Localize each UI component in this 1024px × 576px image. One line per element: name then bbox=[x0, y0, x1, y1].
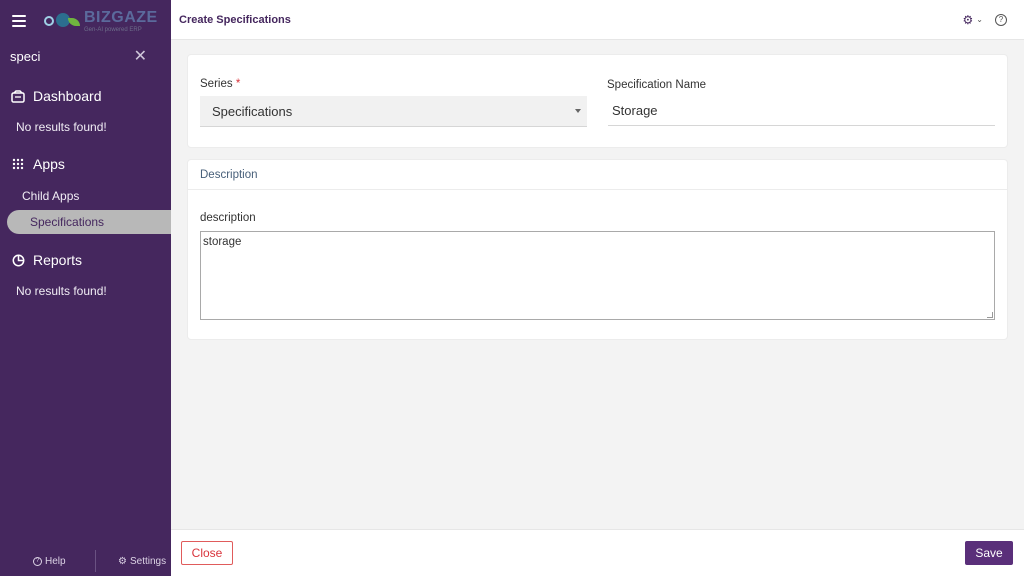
sidebar-top: BIZGAZE Gen-AI powered ERP bbox=[0, 0, 171, 42]
sidebar-section-label: Apps bbox=[33, 156, 65, 172]
description-section-title: Description bbox=[188, 160, 1007, 190]
close-button[interactable]: Close bbox=[181, 541, 233, 565]
help-icon: ? bbox=[33, 556, 42, 566]
sidebar-section-dashboard[interactable]: Dashboard bbox=[0, 84, 171, 108]
specification-details-card: Series * Specifications Specification Na… bbox=[187, 54, 1008, 148]
pie-chart-icon bbox=[11, 253, 25, 267]
caret-down-icon bbox=[575, 109, 581, 113]
sidebar-section-reports[interactable]: Reports bbox=[0, 248, 171, 272]
settings-link[interactable]: ⚙ Settings bbox=[96, 556, 166, 567]
logo-brand: BIZGAZE bbox=[84, 8, 158, 26]
sidebar-search-input[interactable]: speci bbox=[10, 49, 40, 64]
grid-icon bbox=[11, 157, 25, 171]
reports-empty-text: No results found! bbox=[16, 284, 107, 298]
save-button[interactable]: Save bbox=[965, 541, 1013, 565]
dashboard-icon bbox=[11, 89, 25, 103]
action-bar: Close Save bbox=[171, 529, 1024, 576]
specification-name-label: Specification Name bbox=[607, 79, 707, 91]
settings-label: Settings bbox=[129, 555, 167, 567]
series-label: Series * bbox=[200, 78, 241, 90]
logo: BIZGAZE Gen-AI powered ERP bbox=[42, 8, 158, 33]
sidebar-search[interactable]: speci ✕ bbox=[0, 42, 171, 70]
resize-handle-icon[interactable] bbox=[987, 312, 993, 318]
description-value: storage bbox=[203, 236, 242, 248]
chevron-down-icon: ⌄ bbox=[976, 15, 983, 24]
help-link[interactable]: ? Help bbox=[0, 550, 96, 572]
required-mark: * bbox=[235, 78, 241, 90]
dashboard-empty-text: No results found! bbox=[16, 120, 107, 134]
sidebar: BIZGAZE Gen-AI powered ERP speci ✕ Dashb… bbox=[0, 0, 171, 576]
page-header: Create Specifications ⚙ ⌄ ? bbox=[171, 0, 1024, 40]
settings-dropdown[interactable]: ⚙ ⌄ bbox=[963, 13, 983, 27]
description-label: description bbox=[200, 212, 256, 224]
hamburger-menu-icon[interactable] bbox=[12, 15, 26, 27]
help-icon[interactable]: ? bbox=[995, 13, 1007, 26]
series-select-value: Specifications bbox=[212, 103, 293, 119]
sidebar-item-specifications[interactable]: Specifications bbox=[7, 210, 171, 234]
series-select[interactable]: Specifications bbox=[200, 96, 587, 127]
sidebar-item-child-apps[interactable]: Child Apps bbox=[0, 184, 171, 208]
logo-tagline: Gen-AI powered ERP bbox=[84, 26, 142, 33]
specification-name-input[interactable]: Storage bbox=[608, 96, 995, 126]
description-textarea[interactable]: storage bbox=[200, 231, 995, 320]
sidebar-footer: ? Help ⚙ Settings bbox=[0, 546, 171, 576]
sidebar-section-label: Dashboard bbox=[33, 88, 102, 104]
help-label: Help bbox=[45, 555, 66, 567]
gear-icon: ⚙ bbox=[962, 12, 974, 27]
sidebar-section-label: Reports bbox=[33, 252, 83, 268]
clear-search-icon[interactable]: ✕ bbox=[134, 46, 147, 66]
page-title: Create Specifications bbox=[179, 13, 291, 26]
sidebar-section-apps[interactable]: Apps bbox=[0, 152, 171, 176]
description-card: Description description storage bbox=[187, 159, 1008, 340]
logo-mark bbox=[42, 10, 82, 32]
settings-icon: ⚙ bbox=[118, 555, 127, 567]
